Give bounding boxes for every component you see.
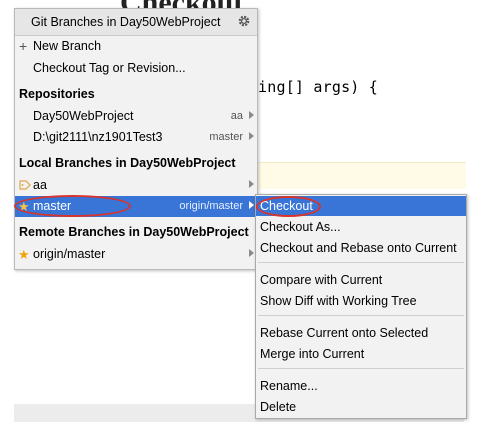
star-icon: ★	[18, 247, 30, 262]
repository-item[interactable]: Day50WebProject aa	[15, 106, 257, 127]
remote-branches-header: Remote Branches in Day50WebProject	[15, 222, 257, 243]
git-branches-popup: Git Branches in Day50WebProject + New Br…	[14, 8, 258, 270]
submenu-arrow-icon	[249, 249, 254, 257]
popup-title: Git Branches in Day50WebProject	[31, 15, 221, 29]
branch-name: origin/master	[33, 247, 106, 261]
rename-item[interactable]: Rename...	[256, 376, 466, 396]
delete-item[interactable]: Delete	[256, 397, 466, 417]
repository-item[interactable]: D:\git2111\nz1901Test3 master	[15, 127, 257, 148]
repositories-header-label: Repositories	[19, 87, 95, 101]
checkout-as-item[interactable]: Checkout As...	[256, 217, 466, 237]
local-branches-header-label: Local Branches in Day50WebProject	[19, 156, 236, 170]
show-diff-item[interactable]: Show Diff with Working Tree	[256, 291, 466, 311]
popup-title-bar: Git Branches in Day50WebProject	[15, 9, 257, 36]
highlight-oval	[256, 196, 321, 217]
local-branches-header: Local Branches in Day50WebProject	[15, 153, 257, 174]
repositories-header: Repositories	[15, 84, 257, 105]
menu-separator	[258, 262, 464, 263]
branch-name: aa	[33, 178, 47, 192]
submenu-arrow-icon	[249, 132, 254, 140]
rename-label: Rename...	[260, 379, 318, 393]
gear-icon[interactable]	[237, 14, 251, 28]
menu-separator	[258, 315, 464, 316]
compare-current-label: Compare with Current	[260, 273, 383, 287]
compare-current-item[interactable]: Compare with Current	[256, 270, 466, 290]
delete-label: Delete	[260, 400, 297, 414]
tag-icon	[19, 180, 31, 190]
checkout-rebase-label: Checkout and Rebase onto Current	[260, 241, 457, 255]
rebase-current-label: Rebase Current onto Selected	[260, 326, 429, 340]
rebase-current-item[interactable]: Rebase Current onto Selected	[256, 323, 466, 343]
highlight-oval	[14, 195, 131, 217]
local-branch-aa[interactable]: aa	[15, 175, 257, 196]
editor-code-line: ing[] args) {	[258, 78, 378, 96]
remote-branch-origin-master[interactable]: ★ origin/master	[15, 244, 257, 265]
repository-name: D:\git2111\nz1901Test3	[33, 130, 163, 144]
merge-current-item[interactable]: Merge into Current	[256, 344, 466, 364]
checkout-tag-label: Checkout Tag or Revision...	[33, 61, 186, 75]
repository-name: Day50WebProject	[33, 109, 134, 123]
menu-separator	[258, 368, 464, 369]
checkout-as-label: Checkout As...	[260, 220, 341, 234]
submenu-arrow-icon	[249, 111, 254, 119]
repository-branch: master	[209, 131, 243, 143]
branch-actions-submenu: Checkout Checkout As... Checkout and Reb…	[255, 194, 467, 419]
editor-highlight-strip	[256, 162, 466, 189]
submenu-arrow-icon	[249, 201, 254, 209]
repository-branch: aa	[230, 110, 243, 122]
submenu-arrow-icon	[249, 180, 254, 188]
remote-branches-header-label: Remote Branches in Day50WebProject	[19, 225, 249, 239]
checkout-tag-item[interactable]: Checkout Tag or Revision...	[15, 58, 257, 79]
new-branch-item[interactable]: + New Branch	[15, 36, 257, 57]
merge-current-label: Merge into Current	[260, 347, 365, 361]
checkout-rebase-item[interactable]: Checkout and Rebase onto Current	[256, 238, 466, 258]
plus-icon: +	[19, 38, 28, 54]
new-branch-label: New Branch	[33, 39, 102, 53]
show-diff-label: Show Diff with Working Tree	[260, 294, 417, 308]
branch-tracking: origin/master	[179, 200, 243, 212]
